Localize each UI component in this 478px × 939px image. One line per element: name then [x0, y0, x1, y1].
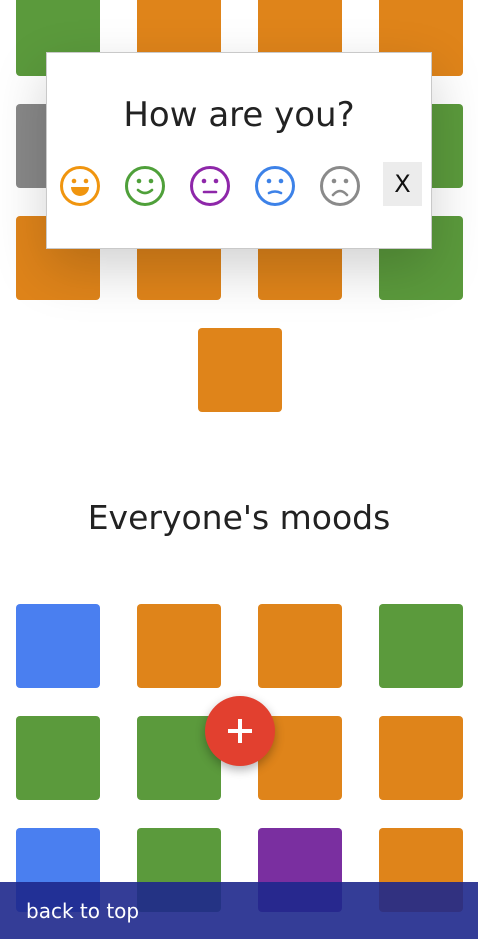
- mood-tile[interactable]: [198, 328, 282, 412]
- sad-face-icon: [255, 166, 295, 206]
- neutral-face-icon: [190, 166, 230, 206]
- mood-tile[interactable]: [16, 716, 100, 800]
- mood-tile[interactable]: [16, 604, 100, 688]
- mood-dialog: How are you? X: [46, 52, 432, 249]
- dialog-title: How are you?: [123, 95, 355, 135]
- back-to-top-link[interactable]: back to top: [26, 899, 139, 923]
- mood-tile[interactable]: [137, 604, 221, 688]
- mood-sad-button[interactable]: [254, 165, 296, 207]
- plus-icon: [228, 719, 252, 743]
- mood-tile[interactable]: [379, 604, 463, 688]
- mood-very-happy-button[interactable]: [59, 165, 101, 207]
- bottom-bar: back to top: [0, 882, 478, 939]
- mood-tile[interactable]: [258, 604, 342, 688]
- everyone-moods-title: Everyone's moods: [87, 498, 391, 537]
- mood-happy-button[interactable]: [124, 165, 166, 207]
- close-dialog-button[interactable]: X: [383, 162, 422, 206]
- mood-very-sad-button[interactable]: [319, 165, 361, 207]
- laughing-face-icon: [60, 166, 100, 206]
- mood-tile[interactable]: [379, 716, 463, 800]
- add-mood-button[interactable]: [205, 696, 275, 766]
- frowning-face-icon: [320, 166, 360, 206]
- mood-neutral-button[interactable]: [189, 165, 231, 207]
- smiling-face-icon: [125, 166, 165, 206]
